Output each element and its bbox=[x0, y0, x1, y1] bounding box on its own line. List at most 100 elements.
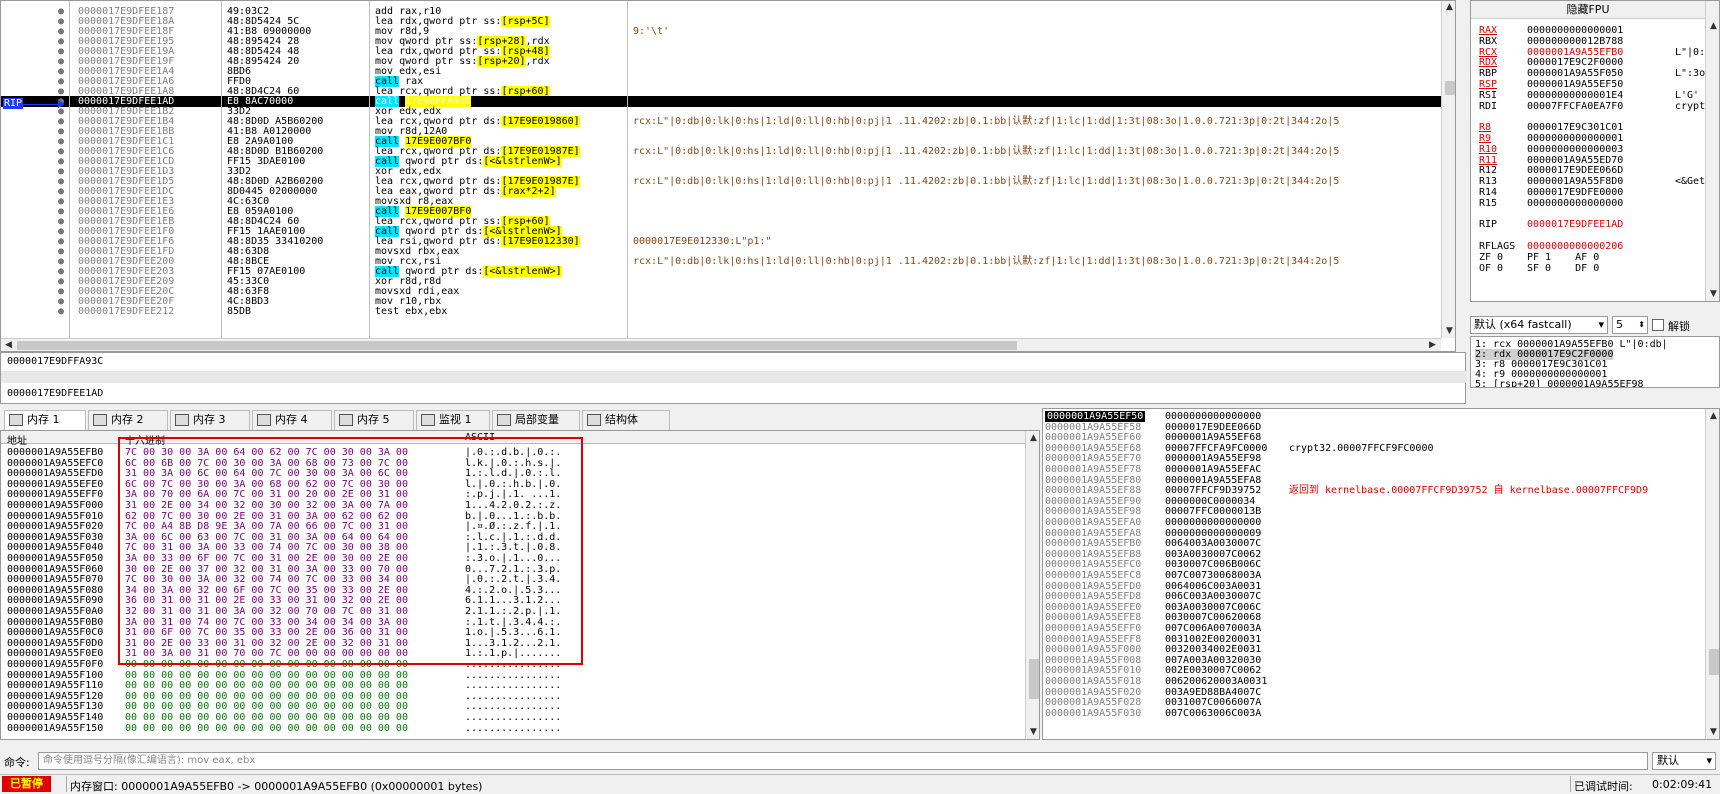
register-value[interactable]: 00007FFCFA0EA7F0 bbox=[1527, 101, 1623, 112]
stack-value[interactable]: 0000001A9A55EFA8 bbox=[1165, 475, 1261, 486]
stack-value[interactable]: 0000000000000009 bbox=[1165, 528, 1261, 539]
scroll-down-icon[interactable]: ▼ bbox=[1030, 727, 1037, 737]
dump-ascii[interactable]: ................ bbox=[465, 701, 561, 712]
register-value[interactable]: 0000017E9DFEE1AD bbox=[1527, 219, 1623, 230]
dump-hex[interactable]: 00 00 00 00 00 00 00 00 00 00 00 00 00 0… bbox=[125, 701, 408, 712]
stack-value[interactable]: 0000017E9DEE066D bbox=[1165, 422, 1261, 433]
tab-memory-4[interactable]: 内存 4 bbox=[252, 410, 332, 430]
register-value[interactable]: 0000000000000003 bbox=[1527, 144, 1623, 155]
disassembly-row[interactable]: ● 0000017E9DFEE212 85DB test ebx,ebx bbox=[1, 306, 1441, 317]
stack-value[interactable]: 00320034002E0031 bbox=[1165, 644, 1261, 655]
arguments-pane[interactable]: 1: rcx 0000001A9A55EFB0 L"|0:db| 2: rdx 0… bbox=[1470, 336, 1720, 388]
breakpoint-dot[interactable]: ● bbox=[58, 306, 64, 317]
scroll-thumb[interactable] bbox=[1709, 649, 1719, 675]
dump-ascii[interactable]: ................ bbox=[465, 723, 561, 734]
tab-memory-1[interactable]: 内存 1 bbox=[4, 410, 86, 431]
tab-locals[interactable]: 局部变量 bbox=[492, 410, 580, 430]
register-value[interactable]: 0000001A9A55ED70 bbox=[1527, 155, 1623, 166]
stack-value[interactable]: 0031002E00200031 bbox=[1165, 634, 1261, 645]
register-value[interactable]: PF 1 AF 0 bbox=[1527, 252, 1599, 263]
scroll-left-icon[interactable]: ◀ bbox=[5, 340, 12, 350]
disassembly-pane[interactable]: ● 0000017E9DFEE187 49:03C2 add rax,r10 ● 0000… bbox=[0, 0, 1456, 352]
dump-ascii[interactable]: ................ bbox=[465, 680, 561, 691]
tab-watch[interactable]: 监视 1 bbox=[416, 410, 490, 430]
tab-struct[interactable]: 结构体 bbox=[582, 410, 670, 430]
stack-value[interactable]: 0000000C0000034 bbox=[1165, 496, 1255, 507]
register-value[interactable]: 000000000012B788 bbox=[1527, 36, 1623, 47]
stack-value[interactable]: 00007FFCF9D39752 bbox=[1165, 485, 1261, 496]
dump-scrollbar[interactable]: ▲ ▼ bbox=[1025, 431, 1039, 739]
stack-value[interactable]: 003A9ED88BA4007C bbox=[1165, 687, 1261, 698]
hide-fpu-button[interactable]: 隐藏FPU bbox=[1471, 1, 1705, 19]
stack-value[interactable]: 0064003A0030007C bbox=[1165, 538, 1261, 549]
stack-value[interactable]: 007C0063006C003A bbox=[1165, 708, 1261, 719]
stack-value[interactable]: 006C003A0030007C bbox=[1165, 591, 1261, 602]
dump-ascii[interactable]: ................ bbox=[465, 691, 561, 702]
dump-hex[interactable]: 00 00 00 00 00 00 00 00 00 00 00 00 00 0… bbox=[125, 723, 408, 734]
registers-scrollbar[interactable]: ▲ ▼ bbox=[1705, 1, 1719, 301]
stack-scrollbar[interactable]: ▲ ▼ bbox=[1705, 409, 1719, 739]
argument-row[interactable]: 5: [rsp+20] 0000001A9A55EF98 bbox=[1475, 379, 1644, 387]
tab-memory-3[interactable]: 内存 3 bbox=[170, 410, 250, 430]
stack-value[interactable]: 007C006A0070003A bbox=[1165, 623, 1261, 634]
scroll-down-icon[interactable]: ▼ bbox=[1710, 289, 1717, 299]
stack-value[interactable]: 0030007C00620068 bbox=[1165, 612, 1261, 623]
register-value[interactable]: 0000001A9A55EF50 bbox=[1527, 79, 1623, 90]
stack-value[interactable]: 0030007C006B006C bbox=[1165, 559, 1261, 570]
register-value[interactable]: 0000001A9A55F050 bbox=[1527, 68, 1623, 79]
register-value[interactable]: 0000000000000001 bbox=[1527, 25, 1623, 36]
stack-value[interactable]: 006200620003A0031 bbox=[1165, 676, 1267, 687]
command-input[interactable]: 命令使用逗号分隔(像汇编语言): mov eax, ebx bbox=[38, 752, 1648, 770]
register-value[interactable]: 0000001A9A55F8D0 bbox=[1527, 176, 1623, 187]
stack-value[interactable]: 0000001A9A55EF98 bbox=[1165, 453, 1261, 464]
register-value[interactable]: 00000000000001E4 bbox=[1527, 90, 1623, 101]
dump-hex[interactable]: 00 00 00 00 00 00 00 00 00 00 00 00 00 0… bbox=[125, 670, 408, 681]
stack-value[interactable]: 007C00730068003A bbox=[1165, 570, 1261, 581]
register-value[interactable]: 0000000000000001 bbox=[1527, 133, 1623, 144]
stack-value[interactable]: 0031007C0066007A bbox=[1165, 697, 1261, 708]
stack-value[interactable]: 003A0030007C0062 bbox=[1165, 549, 1261, 560]
stack-value[interactable]: 003A0030007C006C bbox=[1165, 602, 1261, 613]
register-value[interactable]: 0000017E9DFE0000 bbox=[1527, 187, 1623, 198]
memory-dump-pane[interactable]: 地址 十六进制 ASCII 0000001A9A55EFB0 7C 00 30 0… bbox=[0, 430, 1040, 740]
dump-hex[interactable]: 00 00 00 00 00 00 00 00 00 00 00 00 00 0… bbox=[125, 680, 408, 691]
dump-hex[interactable]: 00 00 00 00 00 00 00 00 00 00 00 00 00 0… bbox=[125, 691, 408, 702]
dump-hex[interactable]: 00 00 00 00 00 00 00 00 00 00 00 00 00 0… bbox=[125, 712, 408, 723]
register-value[interactable]: 0000017E9C301C01 bbox=[1527, 122, 1623, 133]
stack-value[interactable]: 002E0030007C0062 bbox=[1165, 665, 1261, 676]
stack-value[interactable]: 0000001A9A55EFAC bbox=[1165, 464, 1261, 475]
register-value[interactable]: SF 0 DF 0 bbox=[1527, 263, 1599, 274]
stack-value[interactable]: 00007FFCFA9FC0000 bbox=[1165, 443, 1267, 454]
tab-memory-2[interactable]: 内存 2 bbox=[88, 410, 168, 430]
stack-value[interactable]: 0000000000000000 bbox=[1165, 517, 1261, 528]
scroll-thumb[interactable] bbox=[17, 341, 1017, 350]
scroll-up-icon[interactable]: ▲ bbox=[1710, 21, 1717, 31]
dump-ascii[interactable]: ................ bbox=[465, 712, 561, 723]
dump-ascii[interactable]: ................ bbox=[465, 670, 561, 681]
scroll-up-icon[interactable]: ▲ bbox=[1446, 2, 1453, 12]
stack-value[interactable]: 0000000000000000 bbox=[1165, 411, 1261, 422]
disassembly-vertical-scrollbar[interactable]: ▲ ▼ bbox=[1441, 1, 1455, 338]
stack-value[interactable]: 0000001A9A55EF68 bbox=[1165, 432, 1261, 443]
registers-pane[interactable]: 隐藏FPU RAX 0000000000000001 RBX 000000000012… bbox=[1470, 0, 1720, 302]
command-mode-select[interactable]: 默认 ▾ bbox=[1652, 752, 1716, 770]
register-value[interactable]: 0000017E9C2F0000 bbox=[1527, 57, 1623, 68]
tab-memory-5[interactable]: 内存 5 bbox=[334, 410, 414, 430]
unlock-checkbox[interactable] bbox=[1652, 319, 1664, 331]
arg-count-spinner[interactable]: 5 ⬍ bbox=[1612, 316, 1648, 334]
stack-value[interactable]: 0064006C003A0031 bbox=[1165, 581, 1261, 592]
scroll-down-icon[interactable]: ▼ bbox=[1446, 326, 1453, 336]
scroll-thumb[interactable] bbox=[1029, 659, 1039, 699]
register-value[interactable]: 0000001A9A55EFB0 bbox=[1527, 47, 1623, 58]
scroll-up-icon[interactable]: ▲ bbox=[1030, 433, 1037, 443]
scroll-down-icon[interactable]: ▼ bbox=[1710, 727, 1717, 737]
scroll-up-icon[interactable]: ▲ bbox=[1710, 411, 1717, 421]
register-value[interactable]: 0000000000000206 bbox=[1527, 241, 1623, 252]
stack-value[interactable]: 00007FFC0000013B bbox=[1165, 506, 1261, 517]
stack-pane[interactable]: 0000001A9A55EF50 0000000000000000 0000001A… bbox=[1042, 408, 1720, 740]
disassembly-horizontal-scrollbar[interactable]: ◀ ▶ bbox=[1, 338, 1441, 351]
scroll-right-icon[interactable]: ▶ bbox=[1429, 340, 1436, 350]
register-value[interactable]: 0000017E9DEE066D bbox=[1527, 165, 1623, 176]
disassembly-rows[interactable]: ● 0000017E9DFEE187 49:03C2 add rax,r10 ● 0000… bbox=[1, 1, 1441, 338]
register-value[interactable]: 0000000000000000 bbox=[1527, 198, 1623, 209]
